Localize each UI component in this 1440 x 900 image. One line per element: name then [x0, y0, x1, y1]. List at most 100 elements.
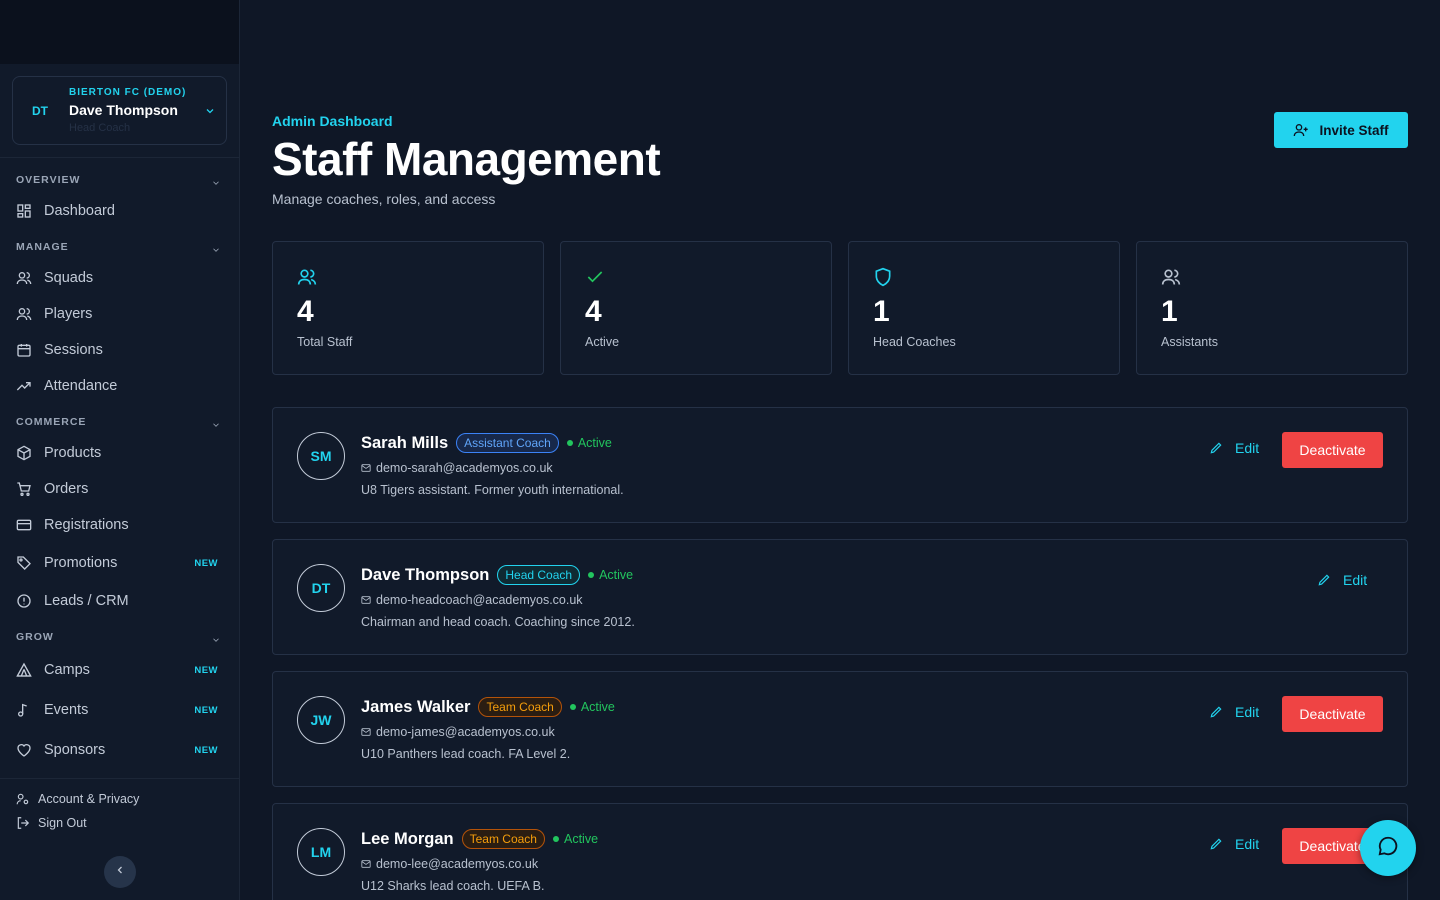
shield-icon: [873, 267, 893, 292]
status-label: Active: [577, 436, 612, 450]
avatar: JW: [297, 696, 345, 744]
sidebar: DT BIERTON FC (DEMO) Dave Thompson Head …: [0, 0, 240, 900]
status-badge: Active: [588, 568, 633, 582]
sidebar-item-sessions[interactable]: Sessions: [16, 336, 226, 364]
sidebar-item-label: Products: [44, 445, 102, 461]
sidebar-item-label: Leads / CRM: [44, 593, 129, 609]
edit-button[interactable]: Edit: [1209, 836, 1259, 852]
deactivate-button[interactable]: Deactivate: [1282, 696, 1383, 732]
sidebar-item-label: Players: [44, 306, 93, 322]
new-badge: NEW: [194, 557, 218, 569]
calendar-icon: [16, 342, 32, 358]
pencil-icon: [1209, 837, 1223, 851]
stat-card-total-staff: 4 Total Staff: [272, 241, 544, 375]
sidebar-item-camps[interactable]: Camps NEW: [16, 656, 226, 684]
sidebar-item-players[interactable]: Players: [16, 300, 226, 328]
page-subtitle: Manage coaches, roles, and access: [272, 191, 496, 207]
role-badge: Team Coach: [461, 829, 545, 849]
edit-button[interactable]: Edit: [1317, 572, 1367, 588]
status-badge: Active: [566, 436, 612, 450]
status-dot-icon: [552, 836, 559, 842]
role-badge: Assistant Coach: [456, 433, 559, 453]
email-text: demo-lee@academyos.co.uk: [376, 857, 539, 871]
stat-value: 4: [297, 295, 314, 328]
stat-value: 4: [585, 295, 602, 328]
page-title: Staff Management: [272, 133, 661, 185]
heart-icon: [16, 742, 32, 758]
staff-name: Lee Morgan: [361, 829, 454, 848]
user-settings-icon: [16, 792, 30, 806]
staff-name: James Walker: [361, 697, 471, 716]
sidebar-item-attendance[interactable]: Attendance: [16, 372, 226, 400]
section-manage[interactable]: MANAGE: [16, 241, 69, 253]
section-commerce[interactable]: COMMERCE: [16, 416, 86, 428]
sidebar-item-label: Sessions: [44, 342, 103, 358]
package-icon: [16, 445, 32, 461]
sidebar-item-promotions[interactable]: Promotions NEW: [16, 549, 226, 577]
stat-label: Assistants: [1161, 335, 1218, 349]
chat-button[interactable]: [1360, 820, 1416, 876]
sidebar-item-products[interactable]: Products: [16, 439, 226, 467]
account-privacy-label: Account & Privacy: [38, 792, 140, 806]
staff-bio: Chairman and head coach. Coaching since …: [361, 615, 635, 629]
email-text: demo-james@academyos.co.uk: [376, 725, 555, 739]
staff-name: Dave Thompson: [361, 565, 490, 584]
sidebar-item-events[interactable]: Events NEW: [16, 696, 226, 724]
sidebar-item-label: Events: [44, 702, 89, 718]
card-icon: [16, 517, 32, 533]
avatar: SM: [297, 432, 345, 480]
chevron-down-icon[interactable]: [211, 175, 221, 193]
sidebar-item-label: Promotions: [44, 555, 118, 571]
breadcrumb: Admin Dashboard: [272, 113, 393, 129]
sidebar-item-leads-crm[interactable]: Leads / CRM: [16, 587, 226, 615]
sidebar-item-label: Dashboard: [44, 203, 115, 219]
section-overview[interactable]: OVERVIEW: [16, 174, 80, 186]
status-label: Active: [599, 568, 634, 582]
stat-card-active: 4 Active: [560, 241, 832, 375]
status-dot-icon: [588, 572, 595, 578]
mail-icon: [361, 463, 371, 473]
sidebar-item-label: Sponsors: [44, 742, 106, 758]
sidebar-item-label: Squads: [44, 270, 94, 286]
sidebar-item-orders[interactable]: Orders: [16, 475, 226, 503]
sidebar-item-dashboard[interactable]: Dashboard: [16, 197, 226, 225]
edit-label: Edit: [1343, 572, 1368, 588]
deactivate-button[interactable]: Deactivate: [1282, 432, 1383, 468]
edit-label: Edit: [1235, 704, 1260, 720]
chevron-down-icon[interactable]: [211, 632, 221, 650]
sidebar-item-label: Orders: [44, 481, 89, 497]
sign-out-label: Sign Out: [38, 816, 87, 830]
stat-card-assistants: 1 Assistants: [1136, 241, 1408, 375]
invite-staff-label: Invite Staff: [1319, 122, 1389, 138]
staff-name: Sarah Mills: [361, 433, 449, 452]
account-privacy-link[interactable]: Account & Privacy: [16, 792, 139, 806]
mail-icon: [361, 595, 371, 605]
user-switcher[interactable]: DT BIERTON FC (DEMO) Dave Thompson Head …: [12, 76, 227, 145]
sidebar-item-registrations[interactable]: Registrations: [16, 511, 226, 539]
stat-value: 1: [873, 295, 890, 328]
edit-button[interactable]: Edit: [1209, 704, 1259, 720]
user-name: Dave Thompson: [69, 102, 178, 118]
pencil-icon: [1209, 441, 1223, 455]
check-icon: [585, 267, 605, 292]
collapse-sidebar-button[interactable]: [104, 856, 136, 888]
chevron-down-icon: [204, 104, 216, 122]
edit-button[interactable]: Edit: [1209, 440, 1259, 456]
status-badge: Active: [552, 832, 598, 846]
cart-icon: [16, 481, 32, 497]
chevron-down-icon[interactable]: [211, 242, 221, 260]
staff-header: Sarah Mills Assistant Coach Active: [361, 433, 612, 453]
invite-staff-button[interactable]: Invite Staff: [1274, 112, 1408, 148]
role-badge: Head Coach: [497, 565, 581, 585]
stat-value: 1: [1161, 295, 1178, 328]
staff-email: demo-headcoach@academyos.co.uk: [361, 593, 583, 607]
mail-icon: [361, 859, 371, 869]
alert-circle-icon: [16, 593, 32, 609]
role-badge: Team Coach: [478, 697, 562, 717]
status-dot-icon: [569, 704, 576, 710]
sidebar-item-squads[interactable]: Squads: [16, 264, 226, 292]
chevron-down-icon[interactable]: [211, 417, 221, 435]
sidebar-item-sponsors[interactable]: Sponsors NEW: [16, 736, 226, 764]
sign-out-link[interactable]: Sign Out: [16, 816, 87, 830]
section-grow[interactable]: GROW: [16, 631, 54, 643]
